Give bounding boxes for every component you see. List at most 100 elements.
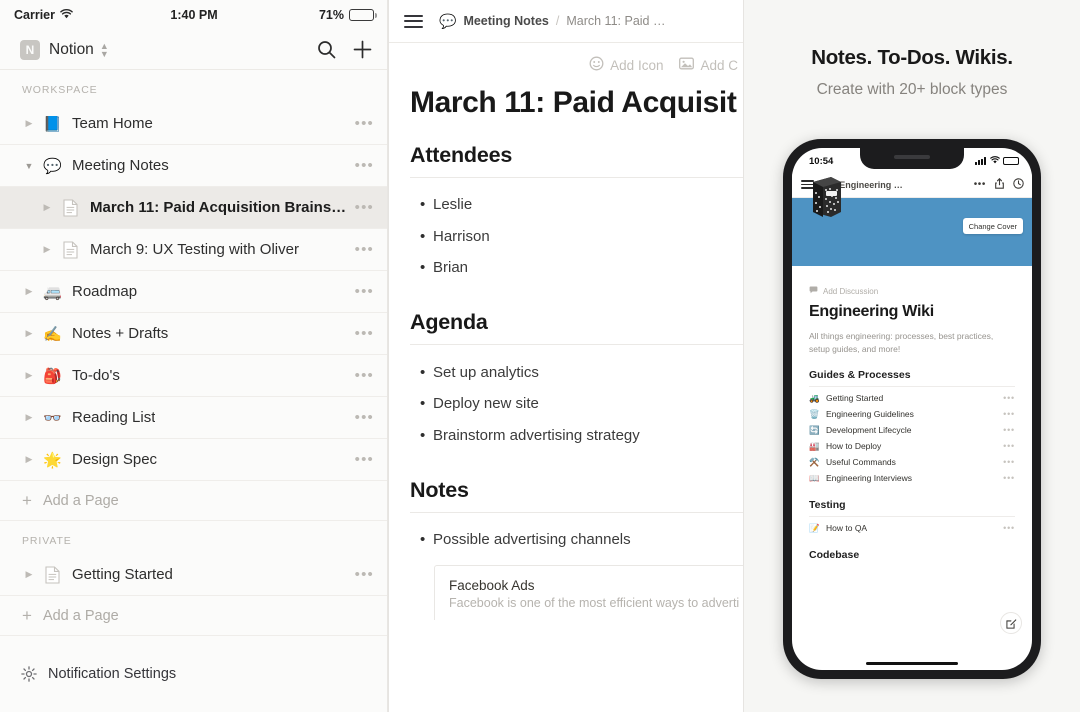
document-topbar: 💬 Meeting Notes / March 11: Paid … xyxy=(388,0,744,43)
row-menu-ellipsis-icon[interactable]: ••• xyxy=(347,158,374,173)
phone-item-menu-ellipsis-icon[interactable]: ••• xyxy=(1003,394,1015,403)
notification-settings-label: Notification Settings xyxy=(48,666,177,682)
list-item[interactable]: Deploy new site xyxy=(410,389,744,421)
hamburger-icon[interactable] xyxy=(404,14,423,28)
breadcrumb-current[interactable]: March 11: Paid … xyxy=(566,14,665,28)
phone-item-menu-ellipsis-icon[interactable]: ••• xyxy=(1003,458,1015,467)
chevron-right-icon[interactable]: ▶ xyxy=(22,370,36,381)
callout-block[interactable]: Facebook Ads Facebook is one of the most… xyxy=(434,565,744,620)
phone-item-menu-ellipsis-icon[interactable]: ••• xyxy=(1003,524,1015,533)
phone-list-item[interactable]: 🏭 How to Deploy ••• xyxy=(809,438,1015,454)
compose-icon[interactable] xyxy=(1000,612,1022,634)
list-item[interactable]: Leslie xyxy=(410,190,744,222)
app-screen: Carrier 1:40 PM 71% N Notion ▲ ▼ WORKSPA… xyxy=(0,0,1080,712)
sidebar-item-label: Team Home xyxy=(72,115,153,132)
chevron-right-icon[interactable]: ▶ xyxy=(22,454,36,465)
carrier-label: Carrier xyxy=(14,8,55,22)
row-menu-ellipsis-icon[interactable]: ••• xyxy=(347,242,374,257)
ellipsis-icon[interactable]: ••• xyxy=(974,180,986,190)
phone-item-label: How to QA xyxy=(826,523,868,534)
phone-list-item[interactable]: ⚒️ Useful Commands ••• xyxy=(809,454,1015,470)
clock-icon[interactable] xyxy=(1013,176,1024,194)
phone-list-item[interactable]: 📝 How to QA ••• xyxy=(809,520,1015,536)
heading-divider xyxy=(410,176,744,178)
phone-item-menu-ellipsis-icon[interactable]: ••• xyxy=(1003,442,1015,451)
phone-item-menu-ellipsis-icon[interactable]: ••• xyxy=(1003,426,1015,435)
phone-list-item[interactable]: 🗑️ Engineering Guidelines ••• xyxy=(809,406,1015,422)
row-menu-ellipsis-icon[interactable]: ••• xyxy=(347,410,374,425)
phone-item-label: How to Deploy xyxy=(826,441,882,452)
phone-page-description: All things engineering: processes, best … xyxy=(809,331,994,355)
phone-list-item[interactable]: 📖 Engineering Interviews ••• xyxy=(809,470,1015,486)
add-page-button[interactable]: + Add a Page xyxy=(0,596,388,636)
sidebar-item-notes-drafts[interactable]: ▶ ✍️ Notes + Drafts ••• xyxy=(0,313,388,355)
document-panel: 💬 Meeting Notes / March 11: Paid … Add I… xyxy=(388,0,744,712)
search-icon[interactable] xyxy=(317,40,336,59)
plus-icon: + xyxy=(22,606,32,625)
sidebar-item-meeting-notes[interactable]: ▼ 💬 Meeting Notes ••• xyxy=(0,145,388,187)
row-menu-ellipsis-icon[interactable]: ••• xyxy=(347,284,374,299)
phone-breadcrumb[interactable]: Engineering … xyxy=(839,180,903,190)
sidebar-item-getting-started[interactable]: ▶ Getting Started ••• xyxy=(0,554,388,596)
sidebar-item-label: Reading List xyxy=(72,409,156,426)
sidebar-item-design-spec[interactable]: ▶ 🌟 Design Spec ••• xyxy=(0,439,388,481)
share-icon[interactable] xyxy=(995,176,1004,194)
add-page-label: Add a Page xyxy=(42,607,119,624)
row-menu-ellipsis-icon[interactable]: ••• xyxy=(347,567,374,582)
phone-status-indicators xyxy=(975,155,1019,167)
add-page-button[interactable]: + Add a Page xyxy=(0,481,388,521)
chevron-updown-icon[interactable]: ▲ ▼ xyxy=(100,41,109,58)
phone-page-icon[interactable] xyxy=(809,176,843,218)
row-menu-ellipsis-icon[interactable]: ••• xyxy=(347,200,374,215)
sidebar-item-notification-settings[interactable]: Notification Settings xyxy=(0,653,388,695)
phone-item-menu-ellipsis-icon[interactable]: ••• xyxy=(1003,410,1015,419)
callout-title: Facebook Ads xyxy=(449,578,535,593)
row-menu-ellipsis-icon[interactable]: ••• xyxy=(347,326,374,341)
list-item[interactable]: Harrison xyxy=(410,221,744,253)
sidebar-item-team-home[interactable]: ▶ 📘 Team Home ••• xyxy=(0,103,388,145)
chevron-right-icon[interactable]: ▶ xyxy=(22,286,36,297)
breadcrumb-parent[interactable]: Meeting Notes xyxy=(463,14,548,28)
chevron-right-icon[interactable]: ▶ xyxy=(22,118,36,129)
phone-list-item[interactable]: 🚜 Getting Started ••• xyxy=(809,390,1015,406)
chevron-right-icon[interactable]: ▶ xyxy=(22,569,36,580)
row-menu-ellipsis-icon[interactable]: ••• xyxy=(347,452,374,467)
phone-item-menu-ellipsis-icon[interactable]: ••• xyxy=(1003,474,1015,483)
chevron-right-icon[interactable]: ▶ xyxy=(40,202,54,213)
sidebar-item-march-11-paid-acquisition-brainst[interactable]: ▶ March 11: Paid Acquisition Brainst… ••• xyxy=(0,187,388,229)
chevron-right-icon[interactable]: ▶ xyxy=(22,328,36,339)
chevron-down-icon[interactable]: ▼ xyxy=(22,161,36,171)
sidebar-sections: WORKSPACE ▶ 📘 Team Home ••• ▼ 💬 Meeting Notes ••… xyxy=(0,70,388,636)
phone-item-emoji-icon: ⚒️ xyxy=(809,456,820,467)
chevron-right-icon[interactable]: ▶ xyxy=(40,244,54,255)
phone-item-emoji-icon: 🗑️ xyxy=(809,408,820,419)
ios-status-bar: Carrier 1:40 PM 71% xyxy=(0,0,388,30)
add-icon-button[interactable]: Add Icon xyxy=(589,56,663,74)
page-document-icon xyxy=(43,565,62,584)
list-item[interactable]: Brainstorm advertising strategy xyxy=(410,420,744,452)
sidebar-item-march-9-ux-testing-with-oliver[interactable]: ▶ March 9: UX Testing with Oliver ••• xyxy=(0,229,388,271)
chevron-right-icon[interactable]: ▶ xyxy=(22,412,36,423)
smiley-icon xyxy=(589,56,604,74)
page-emoji-icon: 🚐 xyxy=(43,283,62,301)
add-discussion-button[interactable]: Add Discussion xyxy=(809,286,1015,296)
change-cover-button[interactable]: Change Cover xyxy=(962,218,1023,234)
row-menu-ellipsis-icon[interactable]: ••• xyxy=(347,116,374,131)
page-title[interactable]: March 11: Paid Acquisit xyxy=(410,86,744,121)
list-item[interactable]: Set up analytics xyxy=(410,357,744,389)
sidebar-item-to-do-s[interactable]: ▶ 🎒 To-do's ••• xyxy=(0,355,388,397)
sidebar-item-reading-list[interactable]: ▶ 👓 Reading List ••• xyxy=(0,397,388,439)
phone-section-heading: Codebase xyxy=(809,549,860,562)
status-battery-group: 71% xyxy=(319,8,378,22)
workspace-name[interactable]: Notion xyxy=(49,41,94,59)
page-emoji-icon: ✍️ xyxy=(43,325,62,343)
add-cover-button[interactable]: Add C xyxy=(679,57,738,73)
gear-icon xyxy=(21,666,37,682)
list-item[interactable]: Brian xyxy=(410,253,744,285)
sidebar-item-roadmap[interactable]: ▶ 🚐 Roadmap ••• xyxy=(0,271,388,313)
list-item[interactable]: Possible advertising channels xyxy=(410,525,744,557)
row-menu-ellipsis-icon[interactable]: ••• xyxy=(347,368,374,383)
phone-list-item[interactable]: 🔄 Development Lifecycle ••• xyxy=(809,422,1015,438)
plus-icon[interactable] xyxy=(353,40,372,59)
